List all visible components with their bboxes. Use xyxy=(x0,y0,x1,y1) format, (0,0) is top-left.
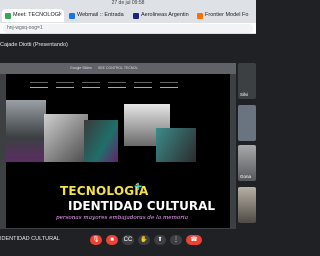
tab-label: Meet: TECNOLOGÍ xyxy=(13,12,61,18)
present-icon: ⬆ xyxy=(157,237,163,243)
logo xyxy=(134,82,152,88)
presenter-label: Cajade Diotti (Presentando) xyxy=(0,42,68,48)
mic-toggle-button[interactable]: 🎙 xyxy=(90,235,102,245)
tab-meet[interactable]: Meet: TECNOLOGÍ × xyxy=(2,9,64,22)
tab-label: Aerolineas Argentin xyxy=(141,12,189,18)
logo xyxy=(56,82,74,88)
participant-sidebar: Silvi Gona xyxy=(238,63,256,229)
close-icon[interactable]: × xyxy=(58,9,62,22)
logo xyxy=(160,82,178,88)
present-button[interactable]: ⬆ xyxy=(154,235,166,245)
tab-frontier[interactable]: Frontier Model Fo xyxy=(194,9,256,22)
logo xyxy=(82,82,100,88)
phone-hangup-icon: ☎ xyxy=(190,237,198,243)
tab-label: Webmail :: Entrada xyxy=(77,12,124,18)
slide-subtitle: personas mayores embajadoras de la memor… xyxy=(56,215,189,221)
hand-icon: ✋ xyxy=(140,237,148,243)
photo-collage xyxy=(6,100,230,164)
logo-strip xyxy=(30,82,206,90)
slides-doc-title: SEE CONTROL TECNOL xyxy=(98,66,139,70)
tab-aerolineas[interactable]: Aerolineas Argentin xyxy=(130,9,192,22)
participant-tile[interactable] xyxy=(238,187,256,223)
slide-plus-sign: + xyxy=(134,178,143,194)
address-bar: hnj-wgsq-oog=1 xyxy=(0,23,256,34)
raise-hand-button[interactable]: ✋ xyxy=(138,235,150,245)
captions-button[interactable]: CC xyxy=(122,235,134,245)
plane-icon xyxy=(133,12,139,19)
captions-icon: CC xyxy=(123,237,133,243)
camera-off-icon: ■ xyxy=(110,237,114,243)
participant-name: Silvi xyxy=(240,92,249,97)
more-options-button[interactable]: ⋮ xyxy=(170,235,182,245)
photo xyxy=(156,128,196,162)
participant-name: Gona xyxy=(240,174,252,179)
slides-app-label: Google Slides xyxy=(70,66,92,70)
slide-title-line2: IDENTIDAD CULTURAL xyxy=(68,199,216,213)
url-input[interactable]: hnj-wgsq-oog=1 xyxy=(3,24,253,33)
leave-call-button[interactable]: ☎ xyxy=(186,235,202,245)
doc-icon xyxy=(197,12,203,19)
participant-tile[interactable] xyxy=(238,105,256,141)
mic-off-icon: 🎙 xyxy=(92,237,100,243)
meet-icon xyxy=(5,12,11,19)
presentation-stage: Google Slides SEE CONTROL TECNOL TECNOLO… xyxy=(0,63,236,229)
browser-tab-bar: Meet: TECNOLOGÍ × Webmail :: Entrada Aer… xyxy=(0,7,256,23)
system-clock: 27 de jul 09:58 xyxy=(0,0,256,7)
photo xyxy=(6,100,46,162)
tab-webmail[interactable]: Webmail :: Entrada xyxy=(66,9,128,22)
logo xyxy=(108,82,126,88)
participant-tile[interactable]: Silvi xyxy=(238,63,256,99)
participant-tile[interactable]: Gona xyxy=(238,145,256,181)
tab-label: Frontier Model Fo xyxy=(205,12,249,18)
more-icon: ⋮ xyxy=(173,237,179,243)
photo xyxy=(84,120,118,162)
meeting-name: IDENTIDAD CULTURAL xyxy=(0,236,60,242)
slides-toolbar: Google Slides SEE CONTROL TECNOL xyxy=(0,63,236,74)
photo xyxy=(44,114,88,162)
camera-toggle-button[interactable]: ■ xyxy=(106,235,118,245)
mail-icon xyxy=(69,12,75,19)
slide-content: TECNOLOGÍA + IDENTIDAD CULTURAL personas… xyxy=(6,74,230,228)
call-controls: 🎙 ■ CC ✋ ⬆ ⋮ ☎ xyxy=(90,235,202,247)
logo xyxy=(30,82,48,88)
